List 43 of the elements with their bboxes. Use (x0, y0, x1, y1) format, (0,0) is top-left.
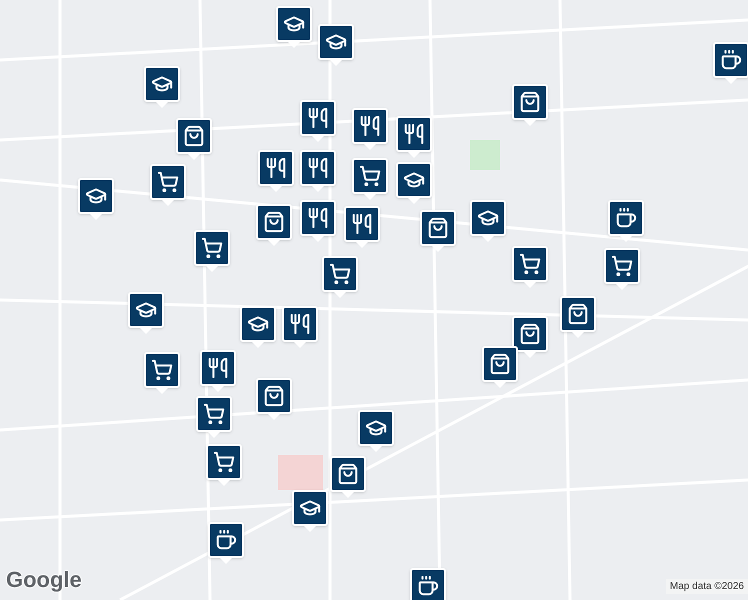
fork-knife-pin-icon[interactable] (282, 306, 318, 348)
shopping-cart-pin-icon[interactable] (196, 396, 232, 438)
shopping-cart-pin-icon[interactable] (194, 230, 230, 272)
shopping-bag-pin-icon[interactable] (420, 210, 456, 252)
shopping-bag-pin-icon[interactable] (256, 204, 292, 246)
shopping-cart-pin-icon[interactable] (604, 248, 640, 290)
shopping-bag-pin-icon[interactable] (482, 346, 518, 388)
shopping-cart-pin-icon[interactable] (322, 256, 358, 298)
fork-knife-pin-icon[interactable] (396, 116, 432, 158)
fork-knife-pin-icon[interactable] (300, 100, 336, 142)
coffee-cup-pin-icon[interactable] (410, 568, 446, 600)
shopping-cart-pin-icon[interactable] (144, 352, 180, 394)
shopping-bag-pin-icon[interactable] (512, 84, 548, 126)
fork-knife-pin-icon[interactable] (352, 108, 388, 150)
coffee-cup-pin-icon[interactable] (208, 522, 244, 564)
graduation-cap-pin-icon[interactable] (78, 178, 114, 220)
graduation-cap-pin-icon[interactable] (276, 6, 312, 48)
fork-knife-pin-icon[interactable] (200, 350, 236, 392)
shopping-bag-pin-icon[interactable] (176, 118, 212, 160)
shopping-cart-pin-icon[interactable] (150, 164, 186, 206)
fork-knife-pin-icon[interactable] (344, 206, 380, 248)
shopping-cart-pin-icon[interactable] (352, 158, 388, 200)
graduation-cap-pin-icon[interactable] (470, 200, 506, 242)
shopping-cart-pin-icon[interactable] (512, 246, 548, 288)
shopping-bag-pin-icon[interactable] (560, 296, 596, 338)
coffee-cup-pin-icon[interactable] (608, 200, 644, 242)
graduation-cap-pin-icon[interactable] (358, 410, 394, 452)
fork-knife-pin-icon[interactable] (258, 150, 294, 192)
google-logo: Google (6, 566, 82, 594)
graduation-cap-pin-icon[interactable] (144, 66, 180, 108)
graduation-cap-pin-icon[interactable] (128, 292, 164, 334)
graduation-cap-pin-icon[interactable] (240, 306, 276, 348)
graduation-cap-pin-icon[interactable] (292, 490, 328, 532)
shopping-bag-pin-icon[interactable] (330, 456, 366, 498)
coffee-cup-pin-icon[interactable] (713, 42, 748, 84)
map-attribution: Map data ©2026 (666, 579, 748, 594)
shopping-bag-pin-icon[interactable] (256, 378, 292, 420)
graduation-cap-pin-icon[interactable] (396, 162, 432, 204)
shopping-bag-pin-icon[interactable] (512, 316, 548, 358)
fork-knife-pin-icon[interactable] (300, 150, 336, 192)
shopping-cart-pin-icon[interactable] (206, 444, 242, 486)
fork-knife-pin-icon[interactable] (300, 200, 336, 242)
graduation-cap-pin-icon[interactable] (318, 24, 354, 66)
